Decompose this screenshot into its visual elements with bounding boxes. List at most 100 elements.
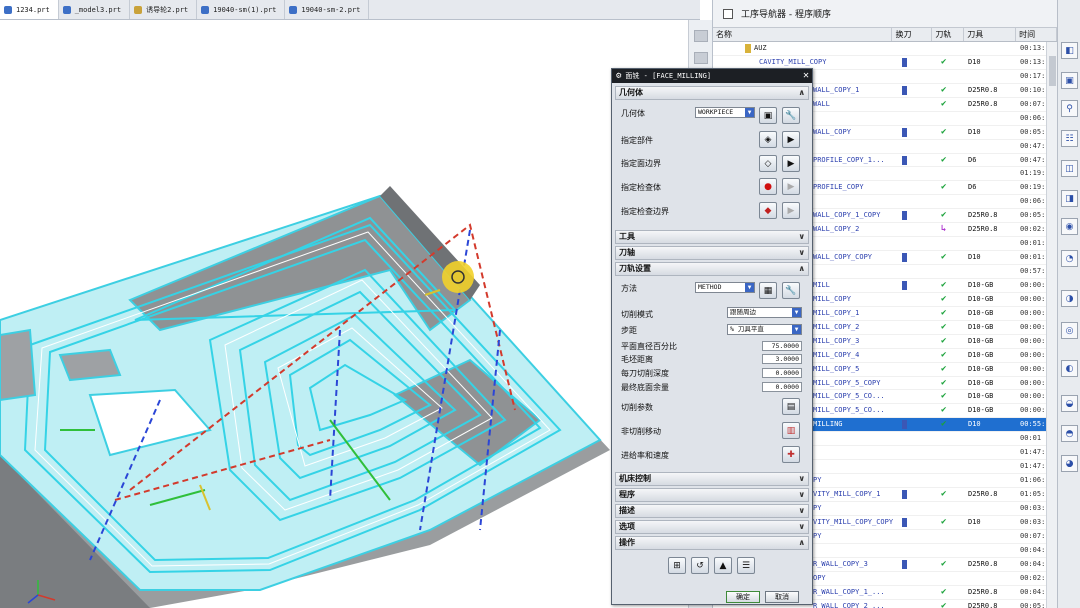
generate-toolpath-button[interactable]: ⊞ xyxy=(668,557,686,574)
depth-per-cut-label: 每刀切削深度 xyxy=(621,369,669,378)
strip-icon[interactable] xyxy=(694,52,708,64)
tool-cell xyxy=(965,195,1017,208)
system-materials-icon[interactable]: ◔ xyxy=(1061,250,1078,267)
column-name[interactable]: 名称 xyxy=(713,28,893,41)
machine-tool-icon[interactable]: ▣ xyxy=(1061,72,1078,89)
chart-icon[interactable]: ◓ xyxy=(1061,425,1078,442)
replay-toolpath-button[interactable]: ↺ xyxy=(691,557,709,574)
tool-cell xyxy=(965,432,1017,445)
flashlight-icon[interactable]: ▶ xyxy=(782,155,800,172)
group-axis[interactable]: 刀轴 ∨ xyxy=(615,246,809,260)
feeds-speeds-button[interactable]: ✚ xyxy=(782,446,800,463)
assembly-icon[interactable]: ◫ xyxy=(1061,160,1078,177)
process-icon[interactable]: ◑ xyxy=(1061,290,1078,307)
list-toolpath-button[interactable]: ☰ xyxy=(737,557,755,574)
tool-change-cell xyxy=(893,293,933,306)
tool-change-icon xyxy=(902,517,907,527)
column-tool[interactable]: 刀具 xyxy=(964,28,1017,41)
file-tab[interactable]: _model3.prt xyxy=(59,0,131,19)
tool-cell: D10-GB xyxy=(968,350,994,359)
tool-cell: D10-GB xyxy=(968,322,994,331)
clock-icon[interactable]: ◒ xyxy=(1061,395,1078,412)
file-tab[interactable]: 诱导轮2.prt xyxy=(130,0,198,19)
toolpath-cell xyxy=(933,195,965,208)
geometry-select[interactable]: WORKPIECE ▼ xyxy=(695,107,755,118)
toolpath-cell xyxy=(933,167,965,180)
verify-toolpath-button[interactable]: ▲ xyxy=(714,557,732,574)
tool-cell: D25R0.8 xyxy=(968,211,998,220)
tool-change-cell xyxy=(893,544,933,557)
file-tab[interactable]: 1234.prt xyxy=(0,0,59,19)
method-select[interactable]: METHOD ▼ xyxy=(695,282,755,293)
new-geometry-button[interactable]: ▣ xyxy=(759,107,777,124)
column-toolpath[interactable]: 刀轨 xyxy=(932,28,965,41)
file-tab[interactable]: 19040-sm-2.prt xyxy=(285,0,370,19)
history-icon[interactable]: ◨ xyxy=(1061,190,1078,207)
ok-button[interactable]: 确定 xyxy=(726,591,760,603)
gear-icon[interactable]: ⚙ xyxy=(616,71,621,81)
reuse-library-icon[interactable]: ☷ xyxy=(1061,130,1078,147)
group-program[interactable]: 程序 ∨ xyxy=(615,488,809,502)
group-geometry[interactable]: 几何体 ∧ xyxy=(615,86,809,100)
roles-icon[interactable]: ◉ xyxy=(1061,218,1078,235)
tools-icon[interactable]: ◕ xyxy=(1061,455,1078,472)
graphics-viewport[interactable] xyxy=(0,20,690,608)
close-icon[interactable]: ✕ xyxy=(803,70,809,81)
depth-per-cut-input[interactable]: 0.0000 xyxy=(762,368,802,378)
tool-cell: D25R0.8 xyxy=(968,225,998,234)
tool-change-cell xyxy=(893,195,933,208)
plane-diameter-percent-input[interactable]: 75.0000 xyxy=(762,341,802,351)
scroll-thumb[interactable] xyxy=(1049,56,1056,86)
tool-change-cell xyxy=(893,307,933,320)
cut-mode-select[interactable]: 跟随周边 ▼ xyxy=(727,307,802,318)
stepover-select[interactable]: % 刀具平直 ▼ xyxy=(727,324,802,335)
group-tool[interactable]: 工具 ∨ xyxy=(615,230,809,244)
edit-geometry-button[interactable]: 🔧 xyxy=(782,107,800,124)
final-floor-stock-input[interactable]: 0.0000 xyxy=(762,382,802,392)
tool-cell: D10-GB xyxy=(968,364,994,373)
flashlight-icon[interactable]: ▶ xyxy=(782,202,800,219)
non-cutting-moves-button[interactable]: ▥ xyxy=(782,422,800,439)
blank-distance-input[interactable]: 3.0000 xyxy=(762,354,802,364)
cutting-parameters-button[interactable]: ▤ xyxy=(782,398,800,415)
tool-change-cell xyxy=(893,516,933,529)
toolpath-cell xyxy=(933,112,965,125)
flashlight-icon[interactable]: ▶ xyxy=(782,131,800,148)
specify-part-button[interactable]: ◈ xyxy=(759,131,777,148)
toolpath-cell xyxy=(933,140,965,153)
checkmark-icon: ✔ xyxy=(941,586,947,597)
group-machine-control[interactable]: 机床控制 ∨ xyxy=(615,472,809,486)
tool-change-cell xyxy=(893,349,933,362)
group-path-settings[interactable]: 刀轨设置 ∧ xyxy=(615,262,809,276)
specify-check-button[interactable]: ● xyxy=(759,178,777,195)
file-tab[interactable]: 19040-sm(1).prt xyxy=(197,0,286,19)
navigator-checkbox[interactable] xyxy=(723,8,733,19)
part-navigator-icon[interactable]: ⚲ xyxy=(1061,100,1078,117)
new-method-button[interactable]: ▦ xyxy=(759,282,777,299)
group-description[interactable]: 描述 ∨ xyxy=(615,504,809,518)
tool-cell: D10 xyxy=(968,127,981,136)
flashlight-icon[interactable]: ▶ xyxy=(782,178,800,195)
column-tool-change[interactable]: 换刀 xyxy=(892,28,933,41)
part-file-icon xyxy=(289,5,298,14)
group-options[interactable]: 选项 ∨ xyxy=(615,520,809,534)
navigator-icon[interactable]: ◧ xyxy=(1061,42,1078,59)
tool-cell: D10 xyxy=(968,517,981,526)
checkmark-icon: ✔ xyxy=(941,252,947,263)
column-time[interactable]: 时间 xyxy=(1016,28,1057,41)
group-actions[interactable]: 操作 ∧ xyxy=(615,536,809,550)
tool-cell xyxy=(965,460,1017,473)
specify-face-boundary-button[interactable]: ◇ xyxy=(759,155,777,172)
toolpath-cell xyxy=(933,446,965,459)
navigator-title-bar: 工序导航器 - 程序顺序 xyxy=(713,0,1057,28)
cancel-button[interactable]: 取消 xyxy=(765,591,799,603)
strip-icon[interactable] xyxy=(694,30,708,42)
web-browser-icon[interactable]: ◎ xyxy=(1061,322,1078,339)
specify-check-boundary-button[interactable]: ◆ xyxy=(759,202,777,219)
edit-method-button[interactable]: 🔧 xyxy=(782,282,800,299)
operation-row[interactable]: AUZ 00:13:... xyxy=(713,42,1058,56)
palette-icon[interactable]: ◐ xyxy=(1061,360,1078,377)
tool-change-cell xyxy=(893,572,933,585)
checkmark-icon: ✔ xyxy=(941,321,947,332)
specify-face-boundary-label: 指定面边界 xyxy=(621,159,661,168)
